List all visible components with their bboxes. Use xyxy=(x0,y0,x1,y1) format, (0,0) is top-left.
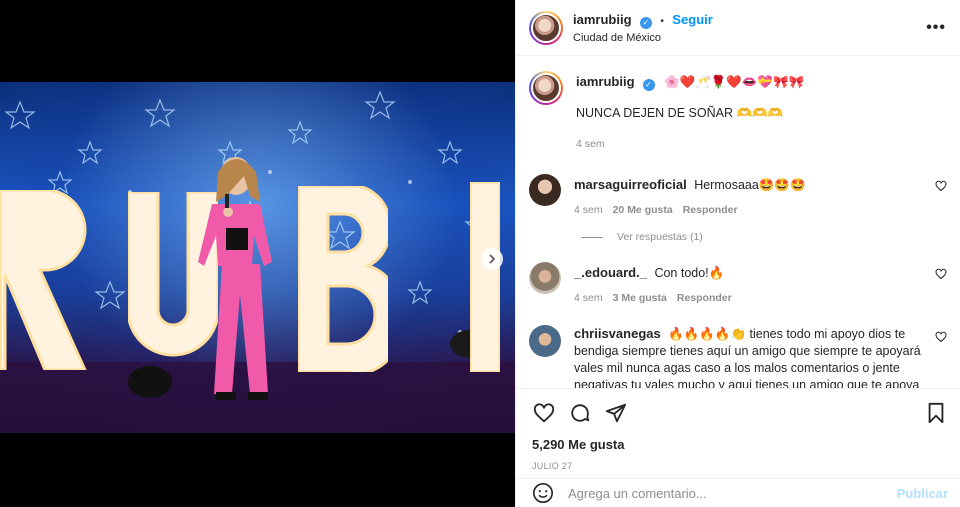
comment-username[interactable]: _.edouard._ xyxy=(574,265,647,280)
post-photo[interactable] xyxy=(0,82,515,433)
add-comment-input[interactable] xyxy=(568,485,897,501)
comment-likes[interactable]: 20 Me gusta xyxy=(613,202,673,219)
caption-emojis: 🌸❤️🥂🌹❤️👄💝🎀🎀 xyxy=(664,75,805,89)
heart-icon xyxy=(533,402,555,422)
post-media xyxy=(0,0,515,507)
send-icon xyxy=(605,403,627,422)
comment-icon xyxy=(571,403,590,422)
bookmark-icon xyxy=(928,402,944,423)
comments-list[interactable]: iamrubiig ✓ 🌸❤️🥂🌹❤️👄💝🎀🎀 NUNCA DEJEN DE SO… xyxy=(516,57,960,388)
marquee-letter-i xyxy=(470,182,500,372)
author-avatar[interactable] xyxy=(529,10,563,45)
comment-username[interactable]: marsaguirreoficial xyxy=(574,177,687,192)
reply-button[interactable]: Responder xyxy=(677,290,732,307)
like-comment-heart-icon[interactable] xyxy=(935,180,947,192)
comment-item: chriisvanegas 🔥🔥🔥🔥👏 tienes todo mi apoyo… xyxy=(529,325,947,388)
post-date[interactable]: JULIO 27 xyxy=(532,461,572,471)
singer-figure xyxy=(198,157,272,400)
share-button[interactable] xyxy=(604,401,628,425)
comment-item: _.edouard._ Con todo!🔥 4 sem 3 Me gusta … xyxy=(529,262,947,307)
comment-text: Con todo!🔥 xyxy=(654,266,725,280)
comment-likes[interactable]: 3 Me gusta xyxy=(613,290,667,307)
view-replies-button[interactable]: Ver respuestas (1) xyxy=(581,231,947,243)
caption-time[interactable]: 4 sem xyxy=(576,136,605,153)
carousel-next-button[interactable] xyxy=(481,248,503,270)
commenter-avatar[interactable] xyxy=(529,262,561,294)
comment-time[interactable]: 4 sem xyxy=(574,202,603,219)
add-comment-bar: Publicar xyxy=(516,478,960,507)
like-button[interactable] xyxy=(532,401,556,425)
caption-text: NUNCA DEJEN DE SOÑAR 🫶🫶🫶 xyxy=(576,106,784,120)
like-comment-heart-icon[interactable] xyxy=(935,268,947,280)
caption: iamrubiig ✓ 🌸❤️🥂🌹❤️👄💝🎀🎀 NUNCA DEJEN DE SO… xyxy=(529,71,947,153)
post-actions-bar xyxy=(516,388,960,436)
post-header: iamrubiig ✓ • Seguir Ciudad de México ••… xyxy=(516,0,960,56)
marquee-letter-b xyxy=(298,186,388,372)
post-location[interactable]: Ciudad de México xyxy=(573,32,713,44)
marquee-letter-r xyxy=(0,190,87,370)
commenter-avatar[interactable] xyxy=(529,325,561,357)
reply-button[interactable]: Responder xyxy=(683,202,738,219)
comment-time[interactable]: 4 sem xyxy=(574,290,603,307)
caption-username[interactable]: iamrubiig xyxy=(576,74,635,89)
comment-text: Hermosaaa🤩🤩🤩 xyxy=(694,178,806,192)
commenter-avatar[interactable] xyxy=(529,174,561,206)
verified-icon: ✓ xyxy=(642,79,655,91)
publish-button[interactable]: Publicar xyxy=(897,486,948,501)
caption-avatar[interactable] xyxy=(529,71,563,105)
like-comment-heart-icon[interactable] xyxy=(935,331,947,343)
emoji-icon[interactable] xyxy=(532,482,554,504)
likes-count[interactable]: 5,290 Me gusta xyxy=(532,437,625,452)
author-username[interactable]: iamrubiig xyxy=(573,12,632,27)
comment-button[interactable] xyxy=(568,401,592,425)
verified-icon: ✓ xyxy=(639,17,652,29)
post-modal: iamrubiig ✓ • Seguir Ciudad de México ••… xyxy=(0,0,960,507)
follow-button[interactable]: Seguir xyxy=(672,12,712,27)
more-options-icon[interactable]: ••• xyxy=(926,19,946,37)
comment-username[interactable]: chriisvanegas xyxy=(574,326,661,341)
replies-divider xyxy=(581,236,603,238)
comment-item: marsaguirreoficial Hermosaaa🤩🤩🤩 4 sem 20… xyxy=(529,174,947,219)
post-details-panel: iamrubiig ✓ • Seguir Ciudad de México ••… xyxy=(515,0,960,507)
chevron-right-icon xyxy=(489,254,496,264)
view-replies-label: Ver respuestas (1) xyxy=(617,231,703,243)
save-button[interactable] xyxy=(924,401,948,425)
